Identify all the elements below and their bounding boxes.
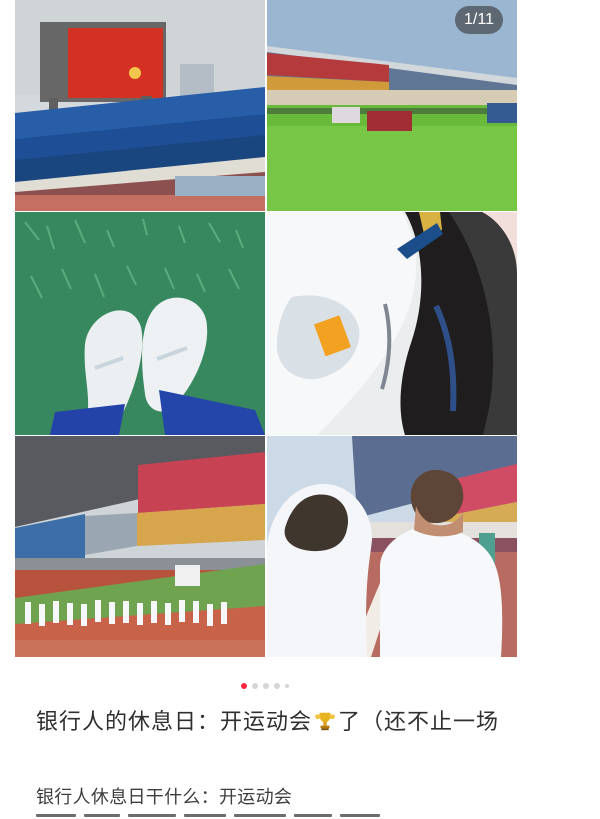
page-dot xyxy=(274,683,280,689)
page-dot xyxy=(252,683,258,689)
photo-shoes-on-turf[interactable] xyxy=(15,212,265,435)
post-title-text-part1: 银行人的休息日：开运动会 xyxy=(36,710,313,735)
image-counter: 1/11 xyxy=(455,6,503,34)
photo-selfie-uniform[interactable] xyxy=(267,212,517,435)
photo-stadium-field[interactable]: 1/11 xyxy=(267,0,517,211)
post-title: 银行人的休息日：开运动会 了（还不止一场 xyxy=(36,707,556,739)
post-body-line-1: 银行人休息日干什么：开运动会 xyxy=(36,787,293,808)
photo-gallery[interactable]: 1/11 xyxy=(15,0,517,657)
photo-track-performance[interactable] xyxy=(15,436,265,657)
page-dot xyxy=(263,683,269,689)
post-title-text-part2: 了（还不止一场 xyxy=(338,710,500,735)
photo-officials-at-stadium[interactable] xyxy=(267,436,517,657)
trophy-icon xyxy=(314,710,336,732)
page-dot-active xyxy=(241,683,247,689)
clipped-body-line xyxy=(36,814,396,819)
page-dot-small xyxy=(285,684,289,688)
gallery-pagination xyxy=(241,683,291,691)
photo-stadium-scoreboard[interactable] xyxy=(15,0,265,211)
